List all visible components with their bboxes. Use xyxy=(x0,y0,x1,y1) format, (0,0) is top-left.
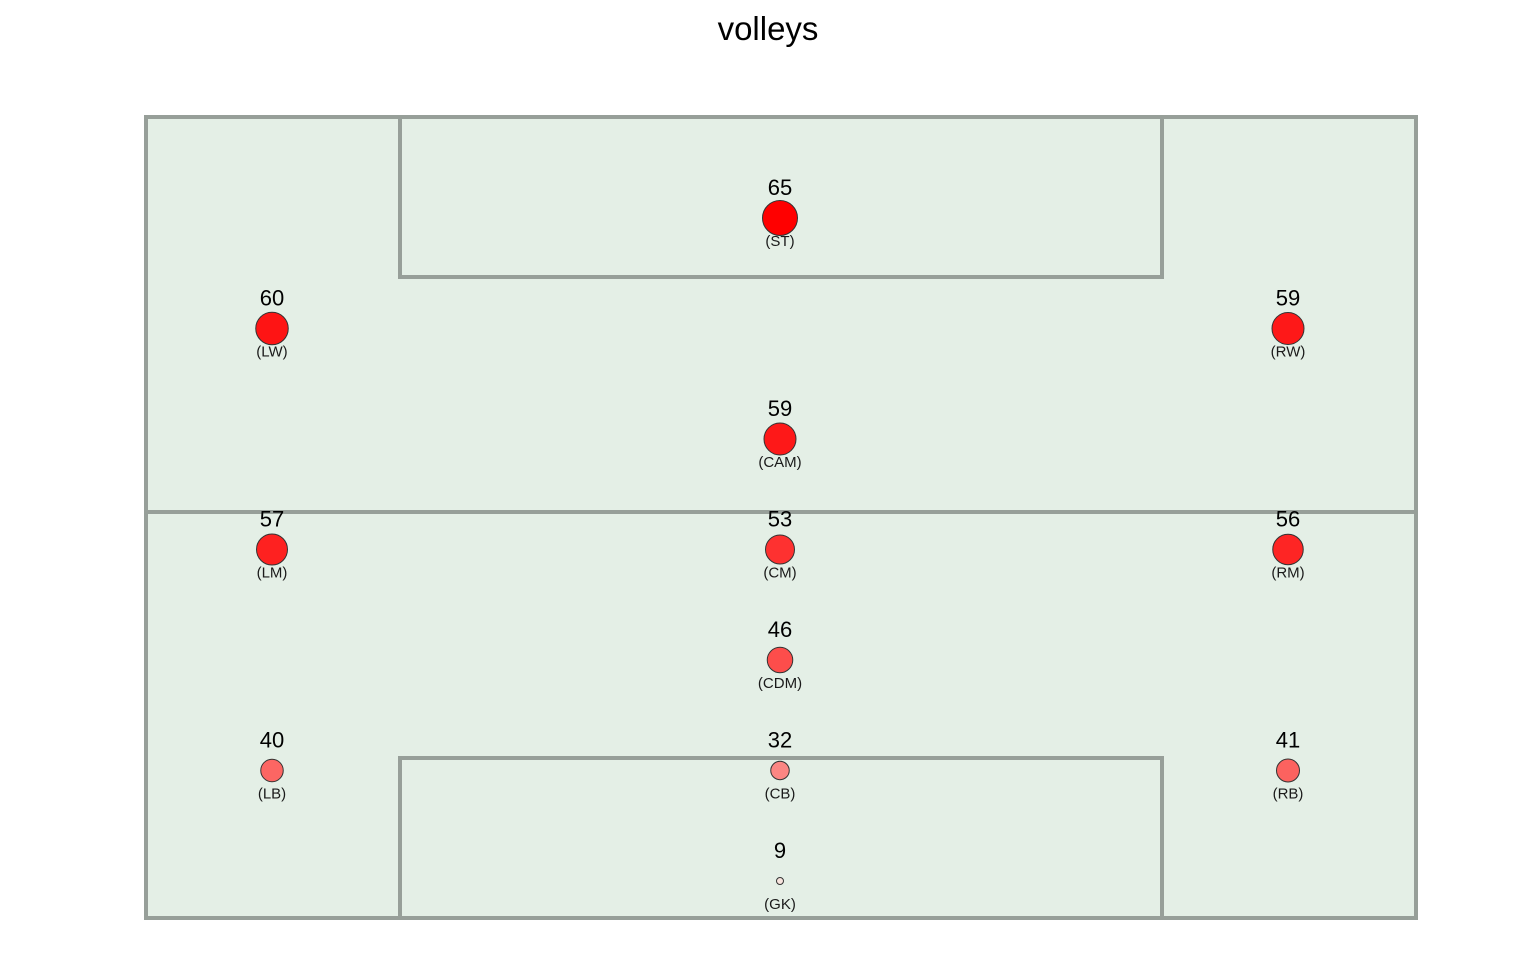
position-label: (RW) xyxy=(1271,344,1306,361)
position-label: (LB) xyxy=(258,786,286,803)
player-dot xyxy=(260,758,284,783)
position-label: (GK) xyxy=(764,896,796,913)
player-dot xyxy=(763,422,797,456)
value-label: 59 xyxy=(768,396,792,421)
player-dot xyxy=(770,760,790,781)
position-label: (CB) xyxy=(765,786,796,803)
player-point: 60 (LW) xyxy=(255,286,289,361)
position-label: (RB) xyxy=(1273,786,1304,803)
player-point: 40 (LB) xyxy=(258,728,286,803)
position-label: (ST) xyxy=(765,233,794,250)
position-label: (CM) xyxy=(763,565,796,582)
position-label: (RM) xyxy=(1271,565,1304,582)
value-label: 53 xyxy=(768,507,792,532)
position-label: (CDM) xyxy=(758,675,802,692)
player-dot xyxy=(255,311,289,346)
player-dot xyxy=(1272,533,1304,566)
position-label: (LM) xyxy=(257,565,288,582)
player-dot xyxy=(766,646,794,674)
value-label: 46 xyxy=(768,617,792,642)
player-point: 56 (RM) xyxy=(1271,507,1304,582)
player-dot xyxy=(776,877,784,885)
value-label: 60 xyxy=(260,286,284,311)
position-label: (CAM) xyxy=(758,454,801,471)
value-label: 57 xyxy=(260,507,284,532)
player-point: 59 (RW) xyxy=(1271,286,1306,361)
value-label: 9 xyxy=(774,838,786,863)
position-label: (LW) xyxy=(256,344,287,361)
player-dot xyxy=(765,534,795,565)
value-label: 56 xyxy=(1276,507,1300,532)
player-point: 53 (CM) xyxy=(763,507,796,582)
value-label: 40 xyxy=(260,728,284,753)
player-dot xyxy=(256,533,288,566)
player-dot xyxy=(1276,758,1300,783)
value-label: 65 xyxy=(768,175,792,200)
pitch-chart: 65 (ST) 60 (LW) 59 (RW) 59 (CAM) 57 (LM) 53 (CM) 56 (… xyxy=(144,115,1418,920)
player-dot xyxy=(762,200,798,236)
player-point: 57 (LM) xyxy=(256,507,288,582)
value-label: 59 xyxy=(1276,286,1300,311)
value-label: 32 xyxy=(768,728,792,753)
player-dot xyxy=(1271,312,1305,345)
value-label: 41 xyxy=(1276,728,1300,753)
